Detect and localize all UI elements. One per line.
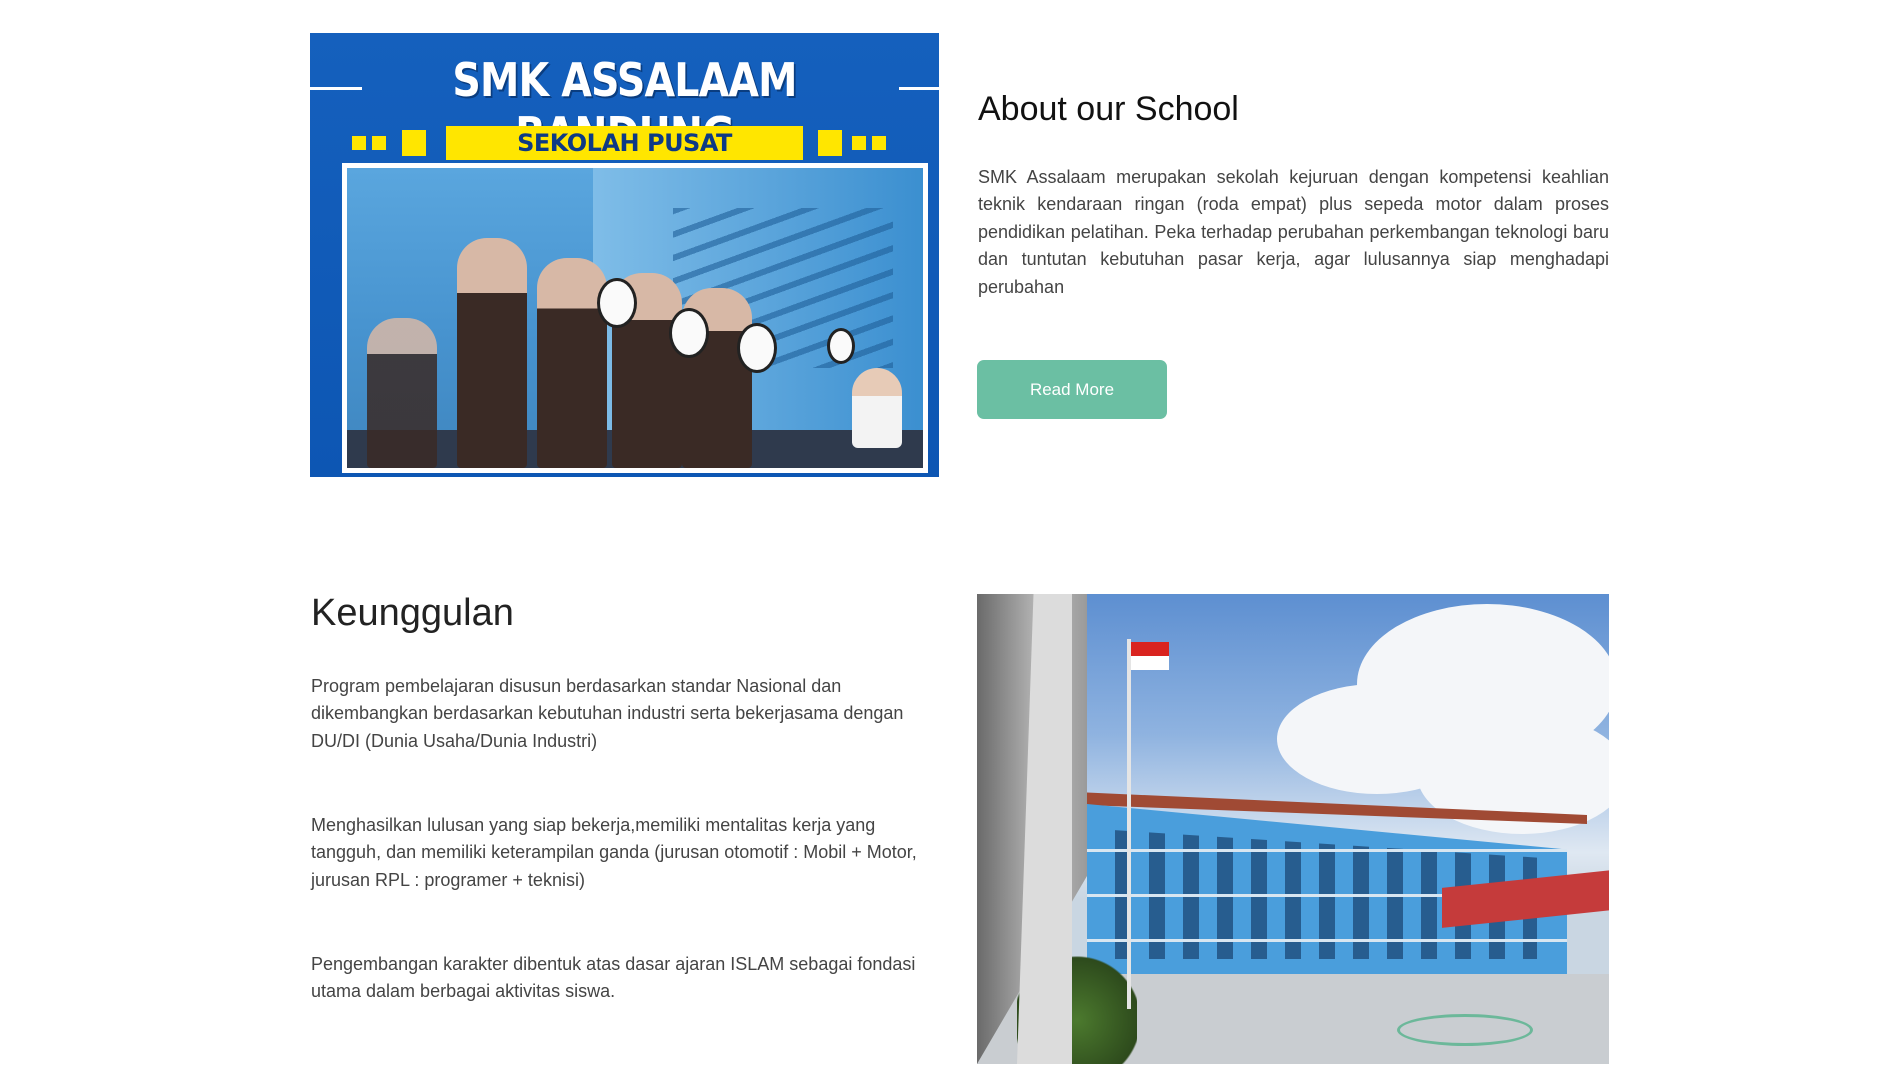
keunggulan-title: Keunggulan bbox=[311, 592, 514, 634]
tambourine bbox=[597, 278, 637, 328]
floor-line bbox=[1087, 939, 1567, 942]
court-marking bbox=[1397, 1014, 1533, 1046]
flag-icon bbox=[1131, 642, 1169, 656]
seated-figure bbox=[852, 368, 902, 448]
keunggulan-paragraph-1: Program pembelajaran disusun berdasarkan… bbox=[311, 676, 904, 751]
flag-icon bbox=[1131, 656, 1169, 670]
keunggulan-paragraph-3: Pengembangan karakter dibentuk atas dasa… bbox=[311, 954, 916, 1002]
about-school-image: SMK ASSALAAM BANDUNG SEKOLAH PUSAT KEUNG… bbox=[310, 33, 939, 477]
banner-square bbox=[352, 136, 366, 150]
flag-pole bbox=[1127, 639, 1131, 1009]
read-more-button[interactable]: Read More bbox=[977, 360, 1167, 419]
banner-square bbox=[872, 136, 886, 150]
about-title: About our School bbox=[978, 90, 1239, 128]
tambourine bbox=[669, 308, 709, 358]
banner-line bbox=[899, 87, 939, 90]
banner-square bbox=[852, 136, 866, 150]
banner-square bbox=[372, 136, 386, 150]
tambourine bbox=[737, 323, 777, 373]
dance-photo bbox=[342, 163, 928, 473]
dancer-figure bbox=[457, 238, 527, 468]
school-building-image bbox=[977, 594, 1609, 1064]
banner-subtitle-row: SEKOLAH PUSAT KEUNGGULAN bbox=[310, 126, 939, 191]
audience-figure bbox=[367, 318, 437, 468]
dancer-figure bbox=[537, 258, 607, 468]
about-description: SMK Assalaam merupakan sekolah kejuruan … bbox=[978, 167, 1609, 297]
floor-line bbox=[1087, 849, 1567, 852]
banner-square bbox=[402, 130, 426, 156]
banner-subtitle: SEKOLAH PUSAT KEUNGGULAN bbox=[446, 126, 803, 191]
keunggulan-paragraph-2: Menghasilkan lulusan yang siap bekerja,m… bbox=[311, 815, 917, 890]
banner-square bbox=[818, 130, 842, 156]
tambourine bbox=[827, 328, 855, 364]
